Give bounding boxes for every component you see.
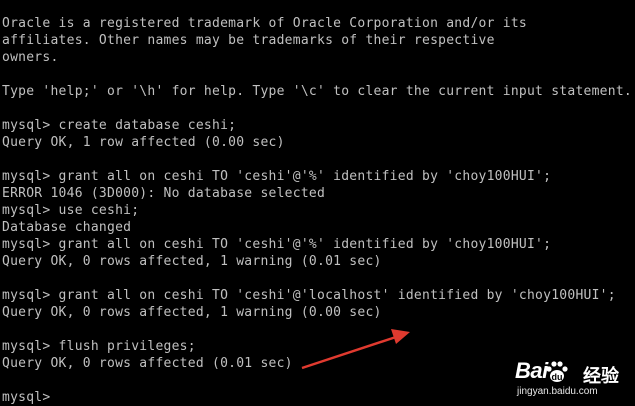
output-line: affiliates. Other names may be trademark…: [2, 33, 495, 48]
output-line: Query OK, 1 row affected (0.00 sec): [2, 135, 285, 150]
output-line: Query OK, 0 rows affected (0.01 sec): [2, 356, 293, 371]
output-line: Database changed: [2, 220, 132, 235]
terminal-output[interactable]: Oracle is a registered trademark of Orac…: [0, 15, 635, 406]
output-line: owners.: [2, 50, 59, 65]
watermark-chinese-text: 经验: [583, 366, 619, 386]
command-line: mysql> flush privileges;: [2, 339, 196, 354]
watermark-logo-suffix: du: [552, 372, 563, 382]
command-line: mysql>: [2, 390, 51, 405]
output-line: Query OK, 0 rows affected, 1 warning (0.…: [2, 305, 382, 320]
command-line: mysql> grant all on ceshi TO 'ceshi'@'%'…: [2, 237, 552, 252]
error-line: ERROR 1046 (3D000): No database selected: [2, 186, 326, 201]
command-line: mysql> grant all on ceshi TO 'ceshi'@'%'…: [2, 169, 552, 184]
command-line: mysql> use ceshi;: [2, 203, 140, 218]
output-line: Query OK, 0 rows affected, 1 warning (0.…: [2, 254, 382, 269]
output-line: Type 'help;' or '\h' for help. Type '\c'…: [2, 84, 632, 99]
output-line: Oracle is a registered trademark of Orac…: [2, 16, 527, 31]
command-line: mysql> grant all on ceshi TO 'ceshi'@'lo…: [2, 288, 616, 303]
watermark-logo-text: Bai: [515, 358, 548, 383]
command-line: mysql> create database ceshi;: [2, 118, 237, 133]
baidu-jingyan-watermark: Bai du 经验 jingyan.baidu.com: [511, 358, 629, 402]
watermark-url: jingyan.baidu.com: [517, 386, 598, 397]
paw-icon: du: [546, 361, 568, 382]
